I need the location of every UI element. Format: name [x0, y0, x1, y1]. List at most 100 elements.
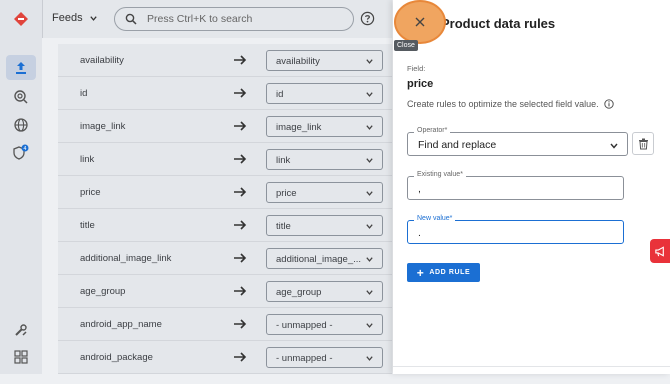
close-tooltip: Close [394, 40, 418, 51]
source-field: availability [80, 55, 124, 66]
arrow-right-icon [234, 319, 247, 329]
chevron-down-icon [366, 59, 373, 64]
target-field-value: link [276, 155, 291, 166]
new-value-text: . [418, 227, 421, 239]
target-field-select[interactable]: image_link [266, 116, 383, 137]
source-field: image_link [80, 121, 126, 132]
target-field-select[interactable]: - unmapped - [266, 347, 383, 368]
operator-select[interactable]: Operator* Find and replace [407, 127, 628, 156]
feeds-label: Feeds [52, 12, 83, 24]
arrow-right-icon [234, 352, 247, 362]
operator-label: Operator* [414, 127, 451, 134]
trash-icon [638, 138, 648, 149]
source-field: link [80, 154, 95, 165]
chevron-down-icon [366, 257, 373, 262]
apps-grid-icon[interactable] [11, 347, 31, 367]
target-field-value: price [276, 188, 297, 199]
chevron-down-icon [366, 356, 373, 361]
add-rule-button[interactable]: + ADD RULE [407, 263, 480, 282]
source-field: title [80, 220, 95, 231]
search-placeholder: Press Ctrl+K to search [147, 13, 253, 25]
existing-value-input[interactable]: Existing value* , [407, 171, 624, 200]
help-icon[interactable] [360, 11, 375, 26]
svg-text:4: 4 [23, 146, 26, 152]
mapping-row: price price [58, 176, 392, 209]
chevron-down-icon [366, 92, 373, 97]
field-label: Field: [407, 64, 426, 73]
target-field-value: - unmapped - [276, 320, 333, 331]
chevron-down-icon [366, 191, 373, 196]
chevron-down-icon [366, 224, 373, 229]
chevron-down-icon [610, 143, 618, 149]
mapping-row: android_package - unmapped - [58, 341, 392, 374]
source-field: additional_image_link [80, 253, 172, 264]
mapping-row: title title [58, 209, 392, 242]
target-field-value: - unmapped - [276, 353, 333, 364]
operator-value: Find and replace [418, 139, 497, 151]
add-rule-label: ADD RULE [429, 269, 471, 276]
target-field-select[interactable]: - unmapped - [266, 314, 383, 335]
search-icon [125, 13, 137, 25]
megaphone-icon [654, 245, 664, 257]
global-search[interactable]: Press Ctrl+K to search [114, 7, 354, 31]
search-target-icon[interactable] [11, 87, 31, 107]
chevron-down-icon [366, 290, 373, 295]
rules-description: Create rules to optimize the selected fi… [407, 99, 614, 109]
target-field-select[interactable]: price [266, 182, 383, 203]
source-field: price [80, 187, 101, 198]
arrow-right-icon [234, 220, 247, 230]
existing-value-text: , [418, 183, 421, 195]
upload-icon[interactable] [11, 58, 31, 78]
left-rail: 4 [0, 0, 42, 374]
tools-icon[interactable] [11, 320, 31, 340]
arrow-right-icon [234, 253, 247, 263]
mapping-row: link link [58, 143, 392, 176]
field-value: price [407, 78, 434, 90]
target-field-select[interactable]: additional_image_... [266, 248, 383, 269]
new-value-input[interactable]: New value* . [407, 215, 624, 244]
feeds-dropdown[interactable]: Feeds [42, 0, 98, 38]
source-field: android_app_name [80, 319, 162, 330]
source-field: id [80, 88, 88, 99]
mapping-row: id id [58, 77, 392, 110]
delete-rule-button[interactable] [632, 132, 654, 155]
field-mapping-list: availability availability id id image_li… [58, 44, 392, 374]
panel-divider [393, 366, 670, 367]
arrow-right-icon [234, 187, 247, 197]
mapping-row: age_group age_group [58, 275, 392, 308]
arrow-right-icon [234, 55, 247, 65]
close-button[interactable] [394, 0, 446, 44]
mapping-row: additional_image_link additional_image_.… [58, 242, 392, 275]
globe-icon[interactable] [11, 115, 31, 135]
target-field-value: additional_image_... [276, 254, 362, 265]
panel-title: Product data rules [441, 16, 556, 31]
brand-logo-icon[interactable] [11, 9, 31, 29]
top-bar: Feeds Press Ctrl+K to search [42, 0, 392, 38]
existing-value-label: Existing value* [414, 171, 466, 178]
arrow-right-icon [234, 154, 247, 164]
chevron-down-icon [366, 125, 373, 130]
target-field-value: id [276, 89, 284, 100]
feedback-button[interactable] [650, 239, 670, 263]
chevron-down-icon [366, 158, 373, 163]
arrow-right-icon [234, 88, 247, 98]
target-field-value: image_link [276, 122, 322, 133]
plus-icon: + [416, 265, 425, 280]
mapping-row: android_app_name - unmapped - [58, 308, 392, 341]
target-field-value: title [276, 221, 291, 232]
target-field-select[interactable]: id [266, 83, 383, 104]
shield-badge-icon[interactable]: 4 [11, 143, 31, 163]
bottom-strip [0, 374, 670, 384]
target-field-select[interactable]: availability [266, 50, 383, 71]
target-field-select[interactable]: title [266, 215, 383, 236]
product-data-rules-panel: Product data rules Field: price Create r… [393, 0, 670, 374]
info-icon[interactable] [603, 99, 614, 109]
target-field-select[interactable]: link [266, 149, 383, 170]
source-field: android_package [80, 352, 153, 363]
target-field-value: age_group [276, 287, 322, 298]
mapping-row: availability availability [58, 44, 392, 77]
chevron-down-icon [366, 323, 373, 328]
close-icon [415, 17, 425, 27]
target-field-select[interactable]: age_group [266, 281, 383, 302]
arrow-right-icon [234, 121, 247, 131]
